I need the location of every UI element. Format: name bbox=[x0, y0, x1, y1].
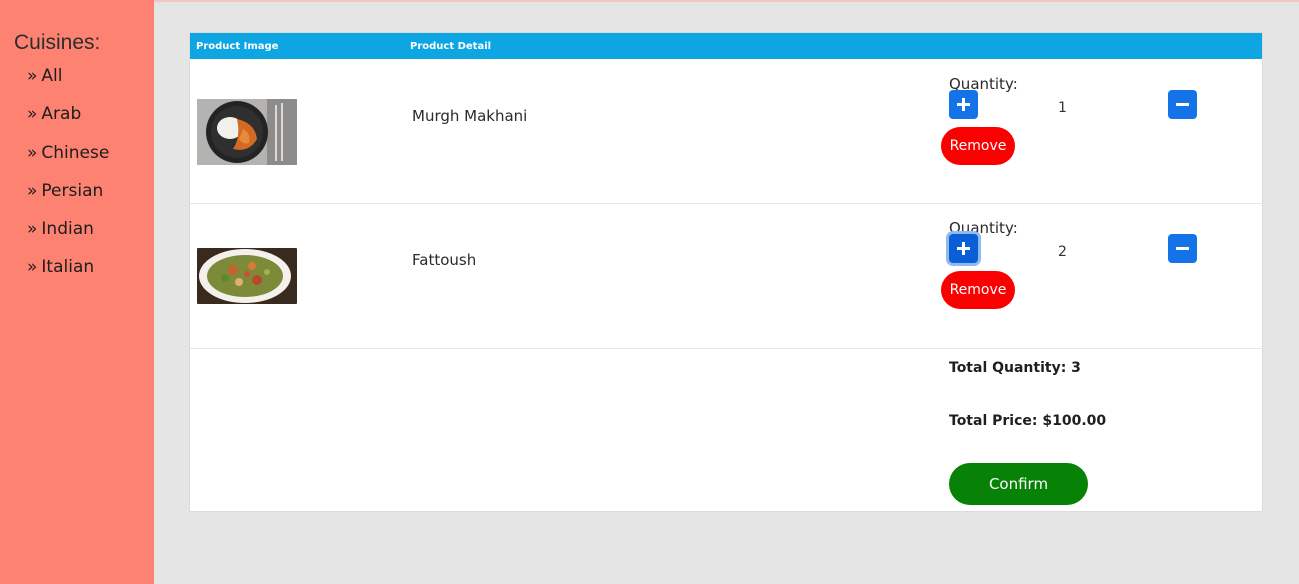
food-photo-icon bbox=[197, 248, 297, 304]
sidebar-item-label: Italian bbox=[41, 257, 95, 278]
decrease-quantity-button[interactable] bbox=[1168, 90, 1197, 119]
quantity-value: 2 bbox=[1058, 244, 1067, 260]
sidebar-item-label: Persian bbox=[41, 180, 104, 201]
chevron-right-icon: » bbox=[27, 257, 38, 278]
sidebar-item-label: Chinese bbox=[41, 142, 110, 163]
increase-quantity-button[interactable] bbox=[949, 234, 978, 263]
quantity-value: 1 bbox=[1058, 100, 1067, 116]
cuisine-list: » All » Arab » Chinese » Persian » Indian » It… bbox=[27, 66, 109, 296]
table-header: Product Image Product Detail bbox=[190, 33, 1262, 59]
cuisine-sidebar: Cuisines: » All » Arab » Chinese » Persian »… bbox=[0, 0, 154, 584]
sidebar-item-indian[interactable]: » Indian bbox=[27, 219, 109, 257]
chevron-right-icon: » bbox=[27, 66, 38, 86]
sidebar-item-label: Arab bbox=[41, 104, 82, 125]
sidebar-item-arab[interactable]: » Arab bbox=[27, 104, 109, 142]
table-row: Murgh Makhani Quantity: 1 Remove bbox=[190, 59, 1262, 204]
chevron-right-icon: » bbox=[27, 142, 38, 163]
food-photo-icon bbox=[197, 99, 297, 165]
confirm-button[interactable]: Confirm bbox=[949, 463, 1088, 505]
column-header-image: Product Image bbox=[196, 41, 279, 52]
plus-icon bbox=[957, 242, 970, 255]
increase-quantity-button[interactable] bbox=[949, 90, 978, 119]
sidebar-item-italian[interactable]: » Italian bbox=[27, 257, 109, 295]
sidebar-item-all[interactable]: » All bbox=[27, 66, 109, 104]
sidebar-item-label: All bbox=[41, 66, 63, 86]
total-price: Total Price: $100.00 bbox=[949, 413, 1107, 429]
chevron-right-icon: » bbox=[27, 219, 38, 240]
top-border bbox=[154, 0, 1299, 2]
sidebar-item-chinese[interactable]: » Chinese bbox=[27, 143, 109, 181]
column-header-detail: Product Detail bbox=[410, 41, 492, 52]
minus-icon bbox=[1176, 103, 1189, 106]
product-name: Fattoush bbox=[412, 251, 477, 269]
cart-table: Product Image Product Detail Murgh Makha… bbox=[189, 32, 1263, 512]
sidebar-title: Cuisines: bbox=[14, 31, 101, 54]
chevron-right-icon: » bbox=[27, 180, 38, 201]
sidebar-item-persian[interactable]: » Persian bbox=[27, 181, 109, 219]
plus-icon bbox=[957, 98, 970, 111]
minus-icon bbox=[1176, 247, 1189, 250]
product-name: Murgh Makhani bbox=[412, 107, 528, 125]
table-row: Fattoush Quantity: 2 Remove bbox=[190, 203, 1262, 349]
total-quantity: Total Quantity: 3 bbox=[949, 360, 1081, 376]
chevron-right-icon: » bbox=[27, 104, 38, 125]
decrease-quantity-button[interactable] bbox=[1168, 234, 1197, 263]
remove-button[interactable]: Remove bbox=[941, 271, 1015, 309]
remove-button[interactable]: Remove bbox=[941, 127, 1015, 165]
sidebar-item-label: Indian bbox=[41, 219, 94, 240]
